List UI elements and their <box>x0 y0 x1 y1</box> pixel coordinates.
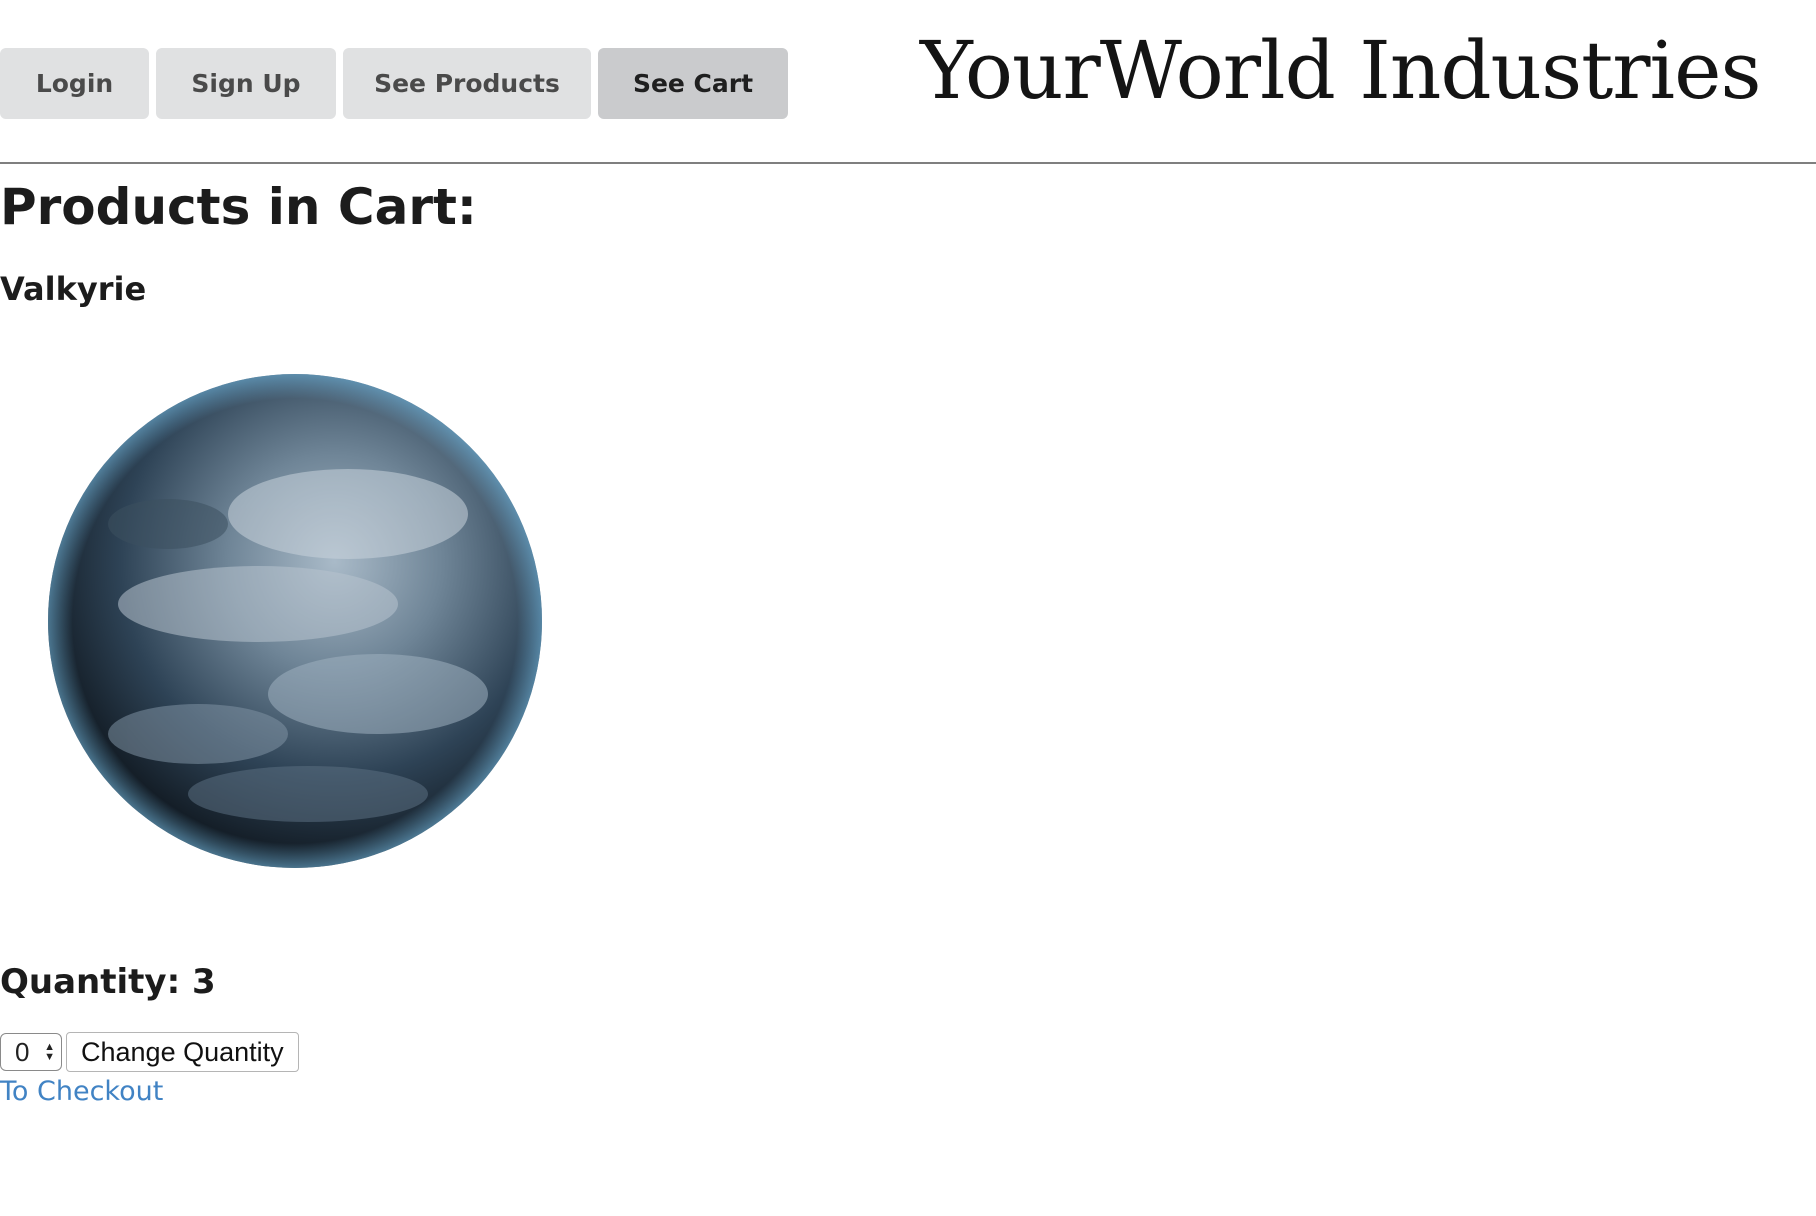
see-products-button[interactable]: See Products <box>343 48 591 119</box>
quantity-stepper[interactable]: 0 ▲ ▼ <box>0 1033 62 1071</box>
planet-image <box>48 374 542 868</box>
signup-button[interactable]: Sign Up <box>156 48 336 119</box>
page-title: Products in Cart: <box>0 178 477 236</box>
quantity-label: Quantity: 3 <box>0 962 216 1002</box>
see-cart-button[interactable]: See Cart <box>598 48 788 119</box>
nav-bar: Login Sign Up See Products See Cart <box>0 48 788 119</box>
product-name: Valkyrie <box>0 270 147 308</box>
login-button[interactable]: Login <box>0 48 149 119</box>
cart-page: Products in Cart: Valkyrie Quantity: 3 0… <box>0 164 1816 1214</box>
to-checkout-link[interactable]: To Checkout <box>0 1076 163 1107</box>
quantity-controls: 0 ▲ ▼ Change Quantity <box>0 1032 299 1072</box>
stepper-arrows-icon[interactable]: ▲ ▼ <box>44 1042 55 1063</box>
brand-logo-text: YourWorld Industries <box>920 24 1762 117</box>
header: Login Sign Up See Products See Cart Your… <box>0 0 1816 164</box>
stepper-value: 0 <box>15 1036 30 1067</box>
change-quantity-button[interactable]: Change Quantity <box>66 1032 299 1072</box>
